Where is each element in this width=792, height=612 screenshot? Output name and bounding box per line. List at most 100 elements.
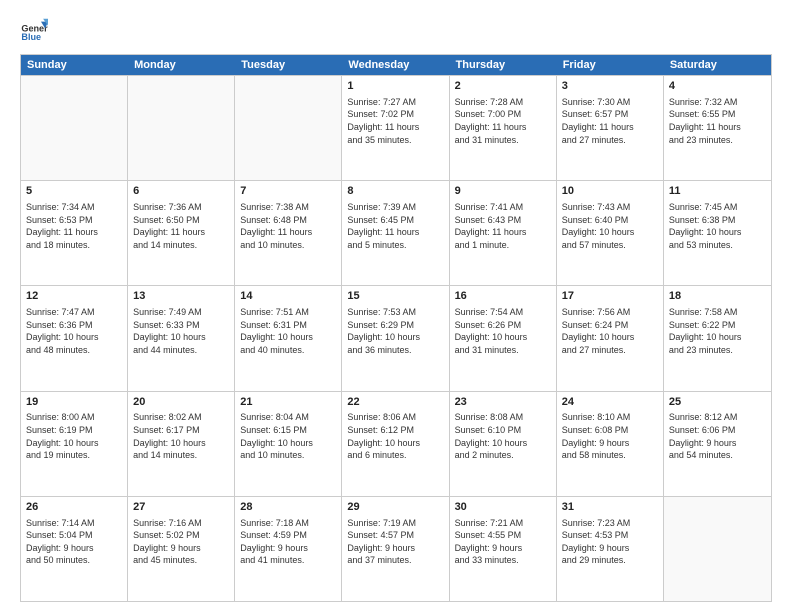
calendar-cell: 22Sunrise: 8:06 AM Sunset: 6:12 PM Dayli…	[342, 392, 449, 496]
weekday-header: Wednesday	[342, 55, 449, 75]
cell-day-number: 15	[347, 289, 443, 304]
weekday-header: Sunday	[21, 55, 128, 75]
cell-day-number: 16	[455, 289, 551, 304]
cell-info: Sunrise: 7:23 AM Sunset: 4:53 PM Dayligh…	[562, 517, 658, 567]
cell-info: Sunrise: 7:47 AM Sunset: 6:36 PM Dayligh…	[26, 306, 122, 356]
cell-day-number: 30	[455, 500, 551, 515]
cell-info: Sunrise: 7:28 AM Sunset: 7:00 PM Dayligh…	[455, 96, 551, 146]
cell-day-number: 18	[669, 289, 766, 304]
cell-day-number: 5	[26, 184, 122, 199]
calendar-cell: 16 Sunrise: 7:54 AM Sunset: 6:26 PM Dayli…	[450, 286, 557, 390]
calendar-cell: 3 Sunrise: 7:30 AM Sunset: 6:57 PM Daylig…	[557, 76, 664, 180]
calendar-row: 5 Sunrise: 7:34 AM Sunset: 6:53 PM Daylig…	[21, 180, 771, 285]
page-header: General Blue	[20, 16, 772, 44]
cell-info: Sunrise: 7:18 AM Sunset: 4:59 PM Dayligh…	[240, 517, 336, 567]
weekday-header: Thursday	[450, 55, 557, 75]
calendar-cell: 8Sunrise: 7:39 AM Sunset: 6:45 PM Daylig…	[342, 181, 449, 285]
cell-info: Sunrise: 8:04 AM Sunset: 6:15 PM Dayligh…	[240, 411, 336, 461]
cell-day-number: 7	[240, 184, 336, 199]
calendar-cell: 10 Sunrise: 7:43 AM Sunset: 6:40 PM Dayli…	[557, 181, 664, 285]
calendar-cell: 18 Sunrise: 7:58 AM Sunset: 6:22 PM Dayli…	[664, 286, 771, 390]
svg-text:Blue: Blue	[21, 32, 41, 42]
cell-info: Sunrise: 7:38 AM Sunset: 6:48 PM Dayligh…	[240, 201, 336, 251]
cell-day-number: 26	[26, 500, 122, 515]
calendar-cell: 24Sunrise: 8:10 AM Sunset: 6:08 PM Dayli…	[557, 392, 664, 496]
calendar-header: SundayMondayTuesdayWednesdayThursdayFrid…	[21, 55, 771, 75]
cell-day-number: 27	[133, 500, 229, 515]
cell-day-number: 17	[562, 289, 658, 304]
calendar-cell: 1Sunrise: 7:27 AM Sunset: 7:02 PM Daylig…	[342, 76, 449, 180]
calendar-cell: 12 Sunrise: 7:47 AM Sunset: 6:36 PM Dayli…	[21, 286, 128, 390]
weekday-header: Friday	[557, 55, 664, 75]
cell-info: Sunrise: 7:30 AM Sunset: 6:57 PM Dayligh…	[562, 96, 658, 146]
cell-day-number: 22	[347, 395, 443, 410]
calendar-cell: 11Sunrise: 7:45 AM Sunset: 6:38 PM Dayli…	[664, 181, 771, 285]
cell-info: Sunrise: 7:51 AM Sunset: 6:31 PM Dayligh…	[240, 306, 336, 356]
cell-day-number: 2	[455, 79, 551, 94]
calendar-row: 1Sunrise: 7:27 AM Sunset: 7:02 PM Daylig…	[21, 75, 771, 180]
cell-info: Sunrise: 8:10 AM Sunset: 6:08 PM Dayligh…	[562, 411, 658, 461]
calendar-cell: 13 Sunrise: 7:49 AM Sunset: 6:33 PM Dayli…	[128, 286, 235, 390]
cell-day-number: 13	[133, 289, 229, 304]
cell-info: Sunrise: 7:54 AM Sunset: 6:26 PM Dayligh…	[455, 306, 551, 356]
calendar-cell	[664, 497, 771, 601]
calendar-cell: 31Sunrise: 7:23 AM Sunset: 4:53 PM Dayli…	[557, 497, 664, 601]
cell-info: Sunrise: 7:39 AM Sunset: 6:45 PM Dayligh…	[347, 201, 443, 251]
cell-info: Sunrise: 7:56 AM Sunset: 6:24 PM Dayligh…	[562, 306, 658, 356]
cell-day-number: 19	[26, 395, 122, 410]
cell-info: Sunrise: 7:49 AM Sunset: 6:33 PM Dayligh…	[133, 306, 229, 356]
calendar-cell: 17 Sunrise: 7:56 AM Sunset: 6:24 PM Dayli…	[557, 286, 664, 390]
cell-day-number: 3	[562, 79, 658, 94]
cell-info: Sunrise: 7:21 AM Sunset: 4:55 PM Dayligh…	[455, 517, 551, 567]
calendar-cell: 25Sunrise: 8:12 AM Sunset: 6:06 PM Dayli…	[664, 392, 771, 496]
cell-day-number: 6	[133, 184, 229, 199]
cell-info: Sunrise: 7:58 AM Sunset: 6:22 PM Dayligh…	[669, 306, 766, 356]
cell-day-number: 12	[26, 289, 122, 304]
cell-info: Sunrise: 7:36 AM Sunset: 6:50 PM Dayligh…	[133, 201, 229, 251]
cell-info: Sunrise: 7:19 AM Sunset: 4:57 PM Dayligh…	[347, 517, 443, 567]
calendar-cell	[128, 76, 235, 180]
calendar-cell: 23Sunrise: 8:08 AM Sunset: 6:10 PM Dayli…	[450, 392, 557, 496]
weekday-header: Tuesday	[235, 55, 342, 75]
cell-info: Sunrise: 7:32 AM Sunset: 6:55 PM Dayligh…	[669, 96, 766, 146]
calendar-cell: 6 Sunrise: 7:36 AM Sunset: 6:50 PM Daylig…	[128, 181, 235, 285]
cell-day-number: 28	[240, 500, 336, 515]
cell-info: Sunrise: 8:00 AM Sunset: 6:19 PM Dayligh…	[26, 411, 122, 461]
logo-icon: General Blue	[20, 16, 48, 44]
calendar-cell: 26 Sunrise: 7:14 AM Sunset: 5:04 PM Dayli…	[21, 497, 128, 601]
calendar: SundayMondayTuesdayWednesdayThursdayFrid…	[20, 54, 772, 602]
calendar-cell: 15 Sunrise: 7:53 AM Sunset: 6:29 PM Dayli…	[342, 286, 449, 390]
calendar-cell: 30 Sunrise: 7:21 AM Sunset: 4:55 PM Dayli…	[450, 497, 557, 601]
cell-day-number: 25	[669, 395, 766, 410]
cell-day-number: 23	[455, 395, 551, 410]
cell-day-number: 14	[240, 289, 336, 304]
cell-info: Sunrise: 7:14 AM Sunset: 5:04 PM Dayligh…	[26, 517, 122, 567]
cell-info: Sunrise: 8:06 AM Sunset: 6:12 PM Dayligh…	[347, 411, 443, 461]
calendar-body: 1Sunrise: 7:27 AM Sunset: 7:02 PM Daylig…	[21, 75, 771, 601]
cell-day-number: 29	[347, 500, 443, 515]
cell-info: Sunrise: 7:27 AM Sunset: 7:02 PM Dayligh…	[347, 96, 443, 146]
cell-info: Sunrise: 7:16 AM Sunset: 5:02 PM Dayligh…	[133, 517, 229, 567]
cell-info: Sunrise: 7:53 AM Sunset: 6:29 PM Dayligh…	[347, 306, 443, 356]
logo: General Blue	[20, 16, 54, 44]
cell-info: Sunrise: 8:02 AM Sunset: 6:17 PM Dayligh…	[133, 411, 229, 461]
cell-info: Sunrise: 7:41 AM Sunset: 6:43 PM Dayligh…	[455, 201, 551, 251]
calendar-cell: 5 Sunrise: 7:34 AM Sunset: 6:53 PM Daylig…	[21, 181, 128, 285]
weekday-header: Saturday	[664, 55, 771, 75]
calendar-cell	[21, 76, 128, 180]
cell-day-number: 11	[669, 184, 766, 199]
cell-info: Sunrise: 8:12 AM Sunset: 6:06 PM Dayligh…	[669, 411, 766, 461]
calendar-cell: 28 Sunrise: 7:18 AM Sunset: 4:59 PM Dayli…	[235, 497, 342, 601]
calendar-cell: 29 Sunrise: 7:19 AM Sunset: 4:57 PM Dayli…	[342, 497, 449, 601]
calendar-row: 12 Sunrise: 7:47 AM Sunset: 6:36 PM Dayli…	[21, 285, 771, 390]
cell-info: Sunrise: 7:43 AM Sunset: 6:40 PM Dayligh…	[562, 201, 658, 251]
calendar-cell: 4Sunrise: 7:32 AM Sunset: 6:55 PM Daylig…	[664, 76, 771, 180]
cell-day-number: 24	[562, 395, 658, 410]
calendar-cell: 27 Sunrise: 7:16 AM Sunset: 5:02 PM Dayli…	[128, 497, 235, 601]
cell-day-number: 9	[455, 184, 551, 199]
calendar-cell: 2 Sunrise: 7:28 AM Sunset: 7:00 PM Daylig…	[450, 76, 557, 180]
calendar-cell	[235, 76, 342, 180]
cell-day-number: 10	[562, 184, 658, 199]
weekday-header: Monday	[128, 55, 235, 75]
cell-info: Sunrise: 7:34 AM Sunset: 6:53 PM Dayligh…	[26, 201, 122, 251]
